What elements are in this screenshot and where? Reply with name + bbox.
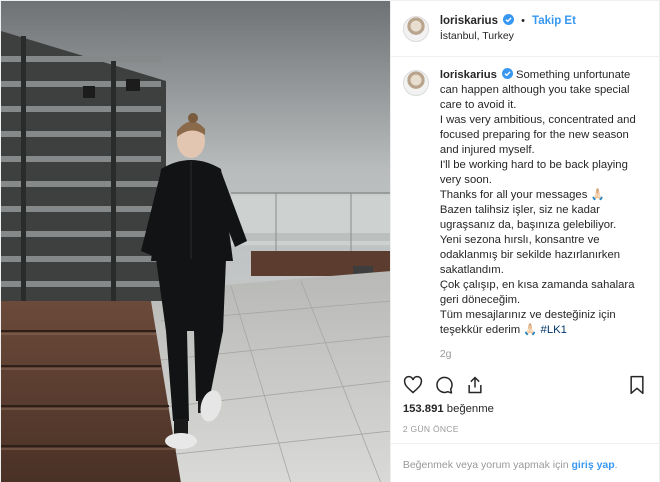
login-prompt-end: . [614,459,618,471]
header-text: loriskarius • Takip Et İstanbul, Turkey [440,13,576,44]
username-link[interactable]: loriskarius [440,15,498,27]
instagram-post: loriskarius • Takip Et İstanbul, Turkey … [0,0,660,482]
verified-badge-icon [503,13,515,25]
separator-dot: • [521,14,525,27]
likes-number: 153.891 [402,403,444,415]
post-header: loriskarius • Takip Et İstanbul, Turkey [390,1,659,57]
post-photo-image [1,1,390,482]
login-link[interactable]: giriş yap [571,459,614,471]
heart-icon[interactable] [403,375,423,395]
caption-line: Yeni sezona hırslı, konsantre ve odaklan… [439,234,621,276]
location-link[interactable]: İstanbul, Turkey [440,29,576,44]
caption-row: loriskarius Something unfortunate can hap… [402,68,649,338]
caption-line: I was very ambitious, concentrated and f… [439,114,636,156]
bookmark-icon[interactable] [627,375,647,395]
verified-badge-icon [501,68,513,79]
likes-label: beğenme [446,403,494,415]
caption-time: 2g [439,348,452,360]
post-photo[interactable] [1,1,390,482]
comments-section: loriskarius Something unfortunate can hap… [402,68,649,363]
caption-line: Tüm mesajlarınız ve desteğiniz için teşe… [439,309,616,336]
caption-avatar[interactable] [402,70,429,96]
post-side-panel: loriskarius • Takip Et İstanbul, Turkey … [389,1,659,482]
divider [390,443,659,444]
avatar[interactable] [402,15,429,42]
action-bar [403,371,647,399]
hashtag-link[interactable]: #LK1 [541,324,567,336]
caption-line: Çok çalışıp, en kısa zamanda sahalara ge… [439,279,635,306]
post-date[interactable]: 2 GÜN ÖNCE [403,424,459,434]
login-prompt: Beğenmek veya yorum yapmak için giriş ya… [403,459,618,471]
likes-count[interactable]: 153.891 beğenme [403,403,494,415]
caption-line: Thanks for all your messages 🙏🏻 [439,189,605,201]
caption-username[interactable]: loriskarius [440,69,497,81]
share-icon[interactable] [465,375,485,395]
caption-line: I'll be working hard to be back playing … [439,159,628,186]
caption-line: Bazen talihsiz işler, siz ne kadar ugraş… [439,204,617,231]
comment-icon[interactable] [434,375,454,395]
caption-text: loriskarius Something unfortunate can hap… [440,68,649,338]
login-prompt-text: Beğenmek veya yorum yapmak için [402,459,569,471]
follow-button[interactable]: Takip Et [532,15,576,27]
